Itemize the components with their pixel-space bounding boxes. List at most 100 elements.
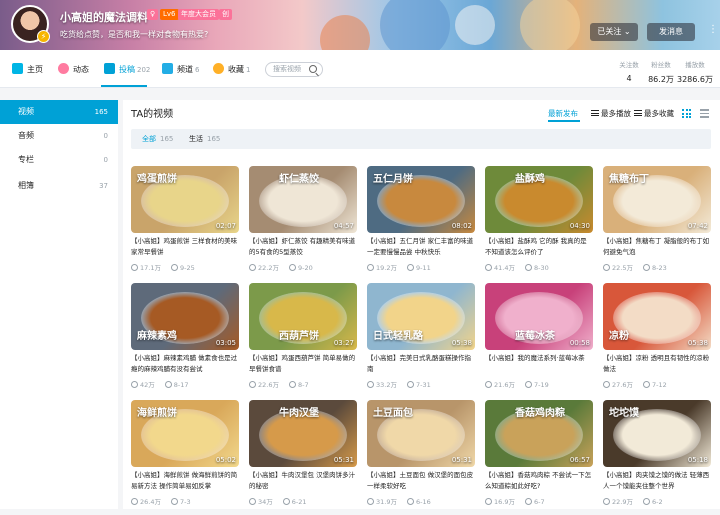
video-title[interactable]: 【小高姐】肉夹馍之馍的做法 轻薄西人一个馍能夹住整个世界	[603, 470, 711, 492]
video-card[interactable]: 日式轻乳酪 05:38 【小高姐】完美日式乳酪蛋糕操作指南 33.2万 7-31	[367, 283, 475, 398]
thumbnail-caption: 虾仁蒸饺	[279, 174, 319, 185]
video-title[interactable]: 【小高姐】香菇鸡肉粽 不尝试一下怎么知道粽如此好吃?	[485, 470, 593, 492]
tab-uploads[interactable]: 投稿 202	[104, 63, 150, 77]
active-sort-indicator	[548, 120, 580, 122]
video-thumbnail[interactable]: 虾仁蒸饺 04:57	[249, 166, 357, 233]
video-title[interactable]: 【小高姐】完美日式乳酪蛋糕操作指南	[367, 353, 475, 375]
play-count: 16.9万	[494, 498, 515, 506]
video-title[interactable]: 【小高姐】凉粉 透明且有韧性的凉粉做法	[603, 353, 711, 375]
sidebar-item-article[interactable]: 专栏 0	[0, 148, 118, 172]
video-card[interactable]: 焦糖布丁 07:42 【小高姐】焦糖布丁 凝脂般的布丁如何避免气泡 22.5万 8-23	[603, 166, 711, 281]
play-count-icon	[367, 381, 374, 388]
list-view-icon[interactable]	[700, 109, 709, 118]
play-count-icon	[485, 498, 492, 505]
tab-label: 主页	[27, 65, 43, 74]
video-meta: 17.1万 9-25	[131, 262, 195, 272]
video-title[interactable]: 【小高姐】焦糖布丁 凝脂般的布丁如何避免气泡	[603, 236, 711, 258]
play-count: 31.9万	[376, 498, 397, 506]
video-title[interactable]: 【小高姐】牛肉汉堡包 汉堡肉饼多汁的秘密	[249, 470, 357, 492]
follow-button[interactable]: 已关注 ⌄	[590, 23, 638, 41]
play-count-icon	[367, 498, 374, 505]
filter-all[interactable]: 全部 165	[142, 129, 173, 149]
video-card[interactable]: 五仁月饼 08:02 【小高姐】五仁月饼 家仁丰富的味道一定要慢慢品尝 中秋快乐 19…	[367, 166, 475, 281]
sidebar-item-album[interactable]: 相簿 37	[0, 174, 118, 198]
video-thumbnail[interactable]: 蓝莓冰茶 00:58	[485, 283, 593, 350]
search-icon[interactable]	[309, 65, 317, 73]
video-thumbnail[interactable]: 香菇鸡肉粽 06:57	[485, 400, 593, 467]
publish-date: 6-7	[533, 498, 545, 506]
sidebar-item-count: 165	[94, 108, 108, 116]
video-thumbnail[interactable]: 土豆面包 05:31	[367, 400, 475, 467]
sort-most-played[interactable]: 最多播放	[591, 108, 631, 119]
grid-view-icon[interactable]	[682, 109, 691, 118]
tab-channels[interactable]: 频道 6	[162, 63, 199, 77]
clock-icon	[642, 498, 650, 505]
video-duration: 04:30	[569, 222, 590, 230]
more-vertical-icon[interactable]: ⋮	[708, 24, 718, 35]
video-thumbnail[interactable]: 日式轻乳酪 05:38	[367, 283, 475, 350]
video-card[interactable]: 麻辣素鸡 03:05 【小高姐】麻辣素鸡脯 做素食也是过瘾的麻辣鸡脯有没有尝试 42万…	[131, 283, 239, 398]
video-card[interactable]: 西葫芦饼 03:27 【小高姐】鸡蛋西葫芦饼 简单易做的早餐饼食谱 22.6万 8-7	[249, 283, 357, 398]
video-thumbnail[interactable]: 坨坨馍 05:18	[603, 400, 711, 467]
video-thumbnail[interactable]: 盐酥鸡 04:30	[485, 166, 593, 233]
video-card[interactable]: 凉粉 05:38 【小高姐】凉粉 透明且有韧性的凉粉做法 27.6万 7-12	[603, 283, 711, 398]
video-thumbnail[interactable]: 焦糖布丁 07:42	[603, 166, 711, 233]
video-card[interactable]: 蓝莓冰茶 00:58 【小高姐】我的魔法系列·蓝莓冰茶 21.6万 7-19	[485, 283, 593, 398]
video-title[interactable]: 【小高姐】虾仁蒸饺 有趣精美有味道的5有食的5型蒸饺	[249, 236, 357, 258]
video-card[interactable]: 牛肉汉堡 05:31 【小高姐】牛肉汉堡包 汉堡肉饼多汁的秘密 34万 6-21	[249, 400, 357, 515]
video-duration: 06:57	[569, 456, 590, 464]
video-card[interactable]: 土豆面包 05:31 【小高姐】土豆面包 做汉堡的面包皮 一样柔软好吃 31.9万 6-…	[367, 400, 475, 515]
sidebar-item-count: 37	[99, 182, 108, 190]
tab-home[interactable]: 主页	[12, 63, 43, 77]
play-count: 17.1万	[140, 264, 161, 272]
video-card[interactable]: 鸡蛋煎饼 02:07 【小高姐】鸡蛋煎饼 三样食材的美味家常早餐饼 17.1万 9-25	[131, 166, 239, 281]
filter-life[interactable]: 生活 165	[189, 129, 220, 149]
video-card[interactable]: 盐酥鸡 04:30 【小高姐】盐酥鸡 它的酥 我真的是不知道该怎么评价了 41.4万 8…	[485, 166, 593, 281]
video-title[interactable]: 【小高姐】五仁月饼 家仁丰富的味道一定要慢慢品尝 中秋快乐	[367, 236, 475, 258]
thumbnail-caption: 土豆面包	[373, 408, 413, 419]
video-thumbnail[interactable]: 麻辣素鸡 03:05	[131, 283, 239, 350]
profile-banner: ⚡ 小高姐的魔法调料 ♀ Lv6 年度大会员 创 吃货给点赞，是否和我一样对食物…	[0, 0, 720, 50]
video-card[interactable]: 香菇鸡肉粽 06:57 【小高姐】香菇鸡肉粽 不尝试一下怎么知道粽如此好吃? 16.9…	[485, 400, 593, 515]
avatar[interactable]: ⚡	[11, 5, 50, 43]
star-icon	[213, 63, 224, 74]
video-thumbnail[interactable]: 凉粉 05:38	[603, 283, 711, 350]
video-thumbnail[interactable]: 牛肉汉堡 05:31	[249, 400, 357, 467]
user-signature: 吃货给点赞，是否和我一样对食物有热爱?	[60, 30, 209, 39]
tab-favorites[interactable]: 收藏 1	[213, 63, 250, 77]
video-title[interactable]: 【小高姐】我的魔法系列·蓝莓冰茶	[485, 353, 593, 375]
publish-date: 8-7	[297, 381, 309, 389]
video-title[interactable]: 【小高姐】麻辣素鸡脯 做素食也是过瘾的麻辣鸡脯有没有尝试	[131, 353, 239, 375]
play-count-icon	[485, 381, 492, 388]
video-title[interactable]: 【小高姐】鸡蛋煎饼 三样食材的美味家常早餐饼	[131, 236, 239, 258]
video-duration: 05:31	[333, 456, 354, 464]
follow-label: 已关注	[597, 27, 622, 36]
sidebar-item-audio[interactable]: 音频 0	[0, 124, 118, 148]
video-card[interactable]: 虾仁蒸饺 04:57 【小高姐】虾仁蒸饺 有趣精美有味道的5有食的5型蒸饺 22.2万…	[249, 166, 357, 281]
video-card[interactable]: 海鲜煎饼 05:02 【小高姐】海鲜煎饼 做海鲜煎饼的简易新方法 操作简单易如反掌 2…	[131, 400, 239, 515]
video-title[interactable]: 【小高姐】土豆面包 做汉堡的面包皮 一样柔软好吃	[367, 470, 475, 492]
sort-most-favorited[interactable]: 最多收藏	[634, 108, 674, 119]
video-title[interactable]: 【小高姐】盐酥鸡 它的酥 我真的是不知道该怎么评价了	[485, 236, 593, 258]
video-thumbnail[interactable]: 五仁月饼 08:02	[367, 166, 475, 233]
sidebar-item-video[interactable]: 视频 165	[0, 100, 118, 124]
video-meta: 19.2万 9-11	[367, 262, 431, 272]
video-title[interactable]: 【小高姐】鸡蛋西葫芦饼 简单易做的早餐饼食谱	[249, 353, 357, 375]
video-title[interactable]: 【小高姐】海鲜煎饼 做海鲜煎饼的简易新方法 操作简单易如反掌	[131, 470, 239, 492]
filter-label: 全部	[142, 135, 156, 143]
clock-icon	[406, 381, 414, 388]
video-thumbnail[interactable]: 海鲜煎饼 05:02	[131, 400, 239, 467]
video-card[interactable]: 坨坨馍 05:18 【小高姐】肉夹馍之馍的做法 轻薄西人一个馍能夹住整个世界 22.9…	[603, 400, 711, 515]
video-thumbnail[interactable]: 西葫芦饼 03:27	[249, 283, 357, 350]
sort-label: 最多播放	[601, 109, 631, 118]
sort-latest[interactable]: 最新发布	[548, 108, 578, 119]
tab-count: 202	[137, 66, 151, 74]
search-input[interactable]: 搜索视频	[265, 62, 323, 77]
tab-dynamic[interactable]: 动态	[58, 63, 89, 77]
send-message-button[interactable]: 发消息	[647, 23, 695, 41]
thumbnail-caption: 牛肉汉堡	[279, 408, 319, 419]
video-list-panel: TA的视频 最新发布 最多播放 最多收藏 全部 165 生活 165 鸡蛋煎饼 02:…	[123, 100, 720, 509]
sort-icon	[591, 110, 599, 116]
video-thumbnail[interactable]: 鸡蛋煎饼 02:07	[131, 166, 239, 233]
play-count: 19.2万	[376, 264, 397, 272]
